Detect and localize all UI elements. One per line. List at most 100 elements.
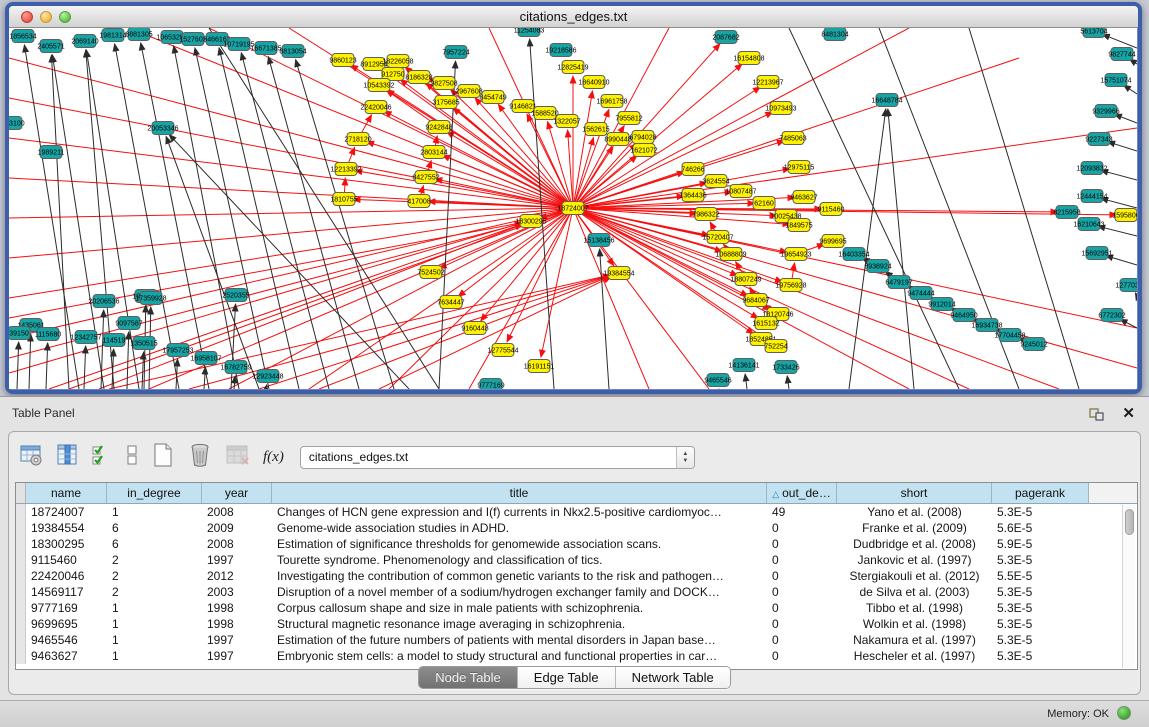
vertical-scrollbar[interactable]	[1122, 505, 1135, 668]
table-cell[interactable]: 5.3E-5	[992, 584, 1089, 600]
table-cell[interactable]: 5.3E-5	[992, 504, 1089, 520]
table-cell[interactable]: Disruption of a novel member of a sodium…	[272, 584, 767, 600]
graph-node[interactable]: 9245012	[1020, 338, 1047, 351]
table-cell[interactable]: 0	[767, 536, 837, 552]
graph-node[interactable]: 16191151	[524, 360, 555, 373]
graph-node[interactable]: 16648784	[871, 94, 902, 107]
graph-node[interactable]: 3624554	[702, 175, 729, 188]
graph-node[interactable]: 1981314	[99, 29, 126, 42]
graph-node[interactable]: 10543392	[363, 79, 394, 92]
column-header-in_degree[interactable]: in_degree	[107, 483, 202, 503]
graph-node[interactable]: 9464950	[950, 309, 977, 322]
graph-node[interactable]: 12975115	[784, 161, 815, 174]
table-row[interactable]: 946362711997Embryonic stem cells: a mode…	[16, 648, 1137, 664]
graph-node[interactable]: 6794028	[629, 131, 656, 144]
float-panel-icon[interactable]	[1089, 405, 1105, 421]
table-cell[interactable]: 2009	[202, 520, 272, 536]
table-cell[interactable]: 1	[107, 616, 202, 632]
table-cell[interactable]: 0	[767, 568, 837, 584]
table-cell[interactable]: 1	[107, 648, 202, 664]
table-cell[interactable]: 0	[767, 648, 837, 664]
table-cell[interactable]: 0	[767, 600, 837, 616]
table-cell[interactable]: 49	[767, 504, 837, 520]
table-row[interactable]: 946554611997Estimation of the future num…	[16, 632, 1137, 648]
graph-node[interactable]: 9474444	[907, 287, 934, 300]
graph-node[interactable]: 9463627	[790, 191, 817, 204]
graph-node[interactable]: 1615132	[752, 317, 779, 330]
graph-node[interactable]: 8454749	[479, 91, 506, 104]
graph-node[interactable]: 12825419	[557, 61, 588, 74]
network-select[interactable]: citations_edges.txt ▲▼	[300, 446, 695, 469]
graph-node[interactable]: 9160448	[461, 322, 488, 335]
graph-node[interactable]: 8481304	[821, 28, 848, 41]
graph-node[interactable]: 9699695	[819, 235, 846, 248]
graph-node[interactable]: 6479197	[885, 276, 912, 289]
graph-node[interactable]: 1115680	[35, 328, 61, 341]
graph-node[interactable]: 1350515	[130, 337, 157, 350]
table-cell[interactable]: 2	[107, 552, 202, 568]
graph-node[interactable]: 2803144	[420, 146, 447, 159]
import-table-icon[interactable]	[225, 443, 251, 472]
table-cell[interactable]: Hescheler et al. (1997)	[837, 648, 992, 664]
table-cell[interactable]: 0	[767, 616, 837, 632]
graph-node[interactable]: 8813054	[279, 45, 306, 58]
graph-node[interactable]: 7986322	[692, 208, 719, 221]
graph-node[interactable]: 7634447	[437, 296, 464, 309]
table-cell[interactable]: 0	[767, 632, 837, 648]
graph-node[interactable]: 11254083	[514, 28, 545, 37]
graph-node[interactable]: 20206536	[88, 295, 119, 308]
table-cell[interactable]: Jankovic et al. (1997)	[837, 552, 992, 568]
graph-node[interactable]: 114519	[103, 334, 126, 347]
table-cell[interactable]: Estimation of the future numbers of pati…	[272, 632, 767, 648]
combo-stepper-icon[interactable]: ▲▼	[676, 447, 694, 468]
table-cell[interactable]: Investigating the contribution of common…	[272, 568, 767, 584]
table-settings-icon[interactable]	[19, 443, 43, 472]
tab-network-table[interactable]: Network Table	[616, 667, 730, 688]
column-header-short[interactable]: short	[837, 483, 992, 503]
graph-node[interactable]: 16934738	[971, 319, 1002, 332]
graph-node[interactable]: 8186328	[405, 71, 432, 84]
tab-node-table[interactable]: Node Table	[419, 667, 518, 688]
graph-node[interactable]: 9329966	[1092, 105, 1119, 118]
table-cell[interactable]: 6	[107, 520, 202, 536]
table-cell[interactable]: 2	[107, 568, 202, 584]
table-cell[interactable]: 5.9E-5	[992, 536, 1089, 552]
function-builder-icon[interactable]: f(x)	[263, 449, 284, 466]
table-cell[interactable]: 19384554	[26, 520, 107, 536]
graph-node[interactable]: 7524502	[417, 266, 444, 279]
table-cell[interactable]: 2003	[202, 584, 272, 600]
table-cell[interactable]: 5.6E-5	[992, 520, 1089, 536]
table-cell[interactable]: 2008	[202, 536, 272, 552]
graph-node[interactable]: 19218586	[545, 44, 576, 57]
tab-edge-table[interactable]: Edge Table	[518, 667, 616, 688]
graph-node[interactable]: 2069140	[71, 35, 98, 48]
graph-node[interactable]: 39150	[9, 327, 30, 340]
graph-node[interactable]: 12444154	[1076, 190, 1107, 203]
graph-node[interactable]: 8990448	[604, 133, 631, 146]
column-header-name[interactable]: name	[26, 483, 107, 503]
table-cell[interactable]: 5.5E-5	[992, 568, 1089, 584]
close-panel-icon[interactable]: ✕	[1122, 404, 1135, 422]
graph-node[interactable]: 1322057	[553, 115, 580, 128]
table-cell[interactable]: 0	[767, 552, 837, 568]
column-header-year[interactable]: year	[202, 483, 272, 503]
graph-node[interactable]: 1849575	[785, 219, 812, 232]
graph-node[interactable]: 8215958	[1053, 206, 1080, 219]
graph-node[interactable]: 9227343	[1085, 133, 1112, 146]
graph-node[interactable]: 9827744	[1108, 48, 1135, 61]
graph-node[interactable]: 3175685	[432, 96, 459, 109]
table-cell[interactable]: 9465546	[26, 632, 107, 648]
table-cell[interactable]: Wolkin et al. (1998)	[837, 616, 992, 632]
graph-node[interactable]: 12770355	[1115, 279, 1137, 292]
column-header-title[interactable]: title	[272, 483, 767, 503]
graph-node[interactable]: 12213392	[330, 163, 361, 176]
graph-node[interactable]: 2087682	[712, 31, 739, 44]
graph-node[interactable]: 417008	[407, 195, 430, 208]
graph-node[interactable]: 7957224	[442, 46, 469, 59]
graph-node[interactable]: 16958107	[190, 352, 221, 365]
graph-node[interactable]: 18640910	[578, 76, 609, 89]
table-cell[interactable]: Tibbo et al. (1998)	[837, 600, 992, 616]
graph-node[interactable]: 2633100	[9, 117, 25, 130]
table-cell[interactable]: 9699695	[26, 616, 107, 632]
graph-node[interactable]: 12775544	[487, 344, 518, 357]
